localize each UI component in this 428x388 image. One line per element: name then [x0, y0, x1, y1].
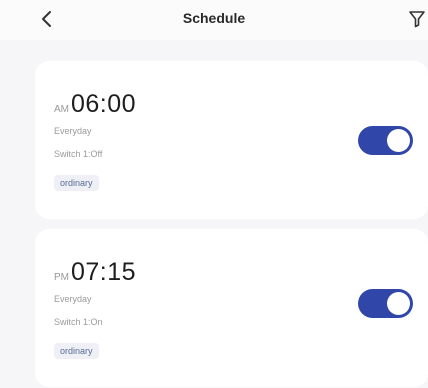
- schedule-time: 06:00: [71, 90, 137, 118]
- time-row: AM06:00: [54, 90, 136, 119]
- filter-icon[interactable]: [408, 9, 426, 29]
- action-text: Switch 1:On: [54, 317, 103, 327]
- schedule-tag: ordinary: [54, 343, 99, 359]
- schedule-toggle[interactable]: [358, 289, 413, 318]
- schedule-card[interactable]: AM06:00 Everyday Switch 1:Off ordinary: [35, 61, 428, 219]
- schedule-time: 07:15: [71, 258, 137, 286]
- time-row: PM07:15: [54, 258, 136, 287]
- action-text: Switch 1:Off: [54, 149, 103, 159]
- toggle-knob: [387, 129, 410, 152]
- schedule-card[interactable]: PM07:15 Everyday Switch 1:On ordinary: [35, 229, 428, 387]
- schedule-tag: ordinary: [54, 175, 99, 191]
- page-title: Schedule: [182, 10, 246, 26]
- repeat-text: Everyday: [54, 294, 92, 304]
- ampm-label: AM: [54, 104, 69, 115]
- repeat-text: Everyday: [54, 126, 92, 136]
- toggle-knob: [387, 292, 410, 315]
- top-bar: Schedule: [0, 0, 428, 40]
- ampm-label: PM: [54, 272, 69, 283]
- schedule-toggle[interactable]: [358, 126, 413, 155]
